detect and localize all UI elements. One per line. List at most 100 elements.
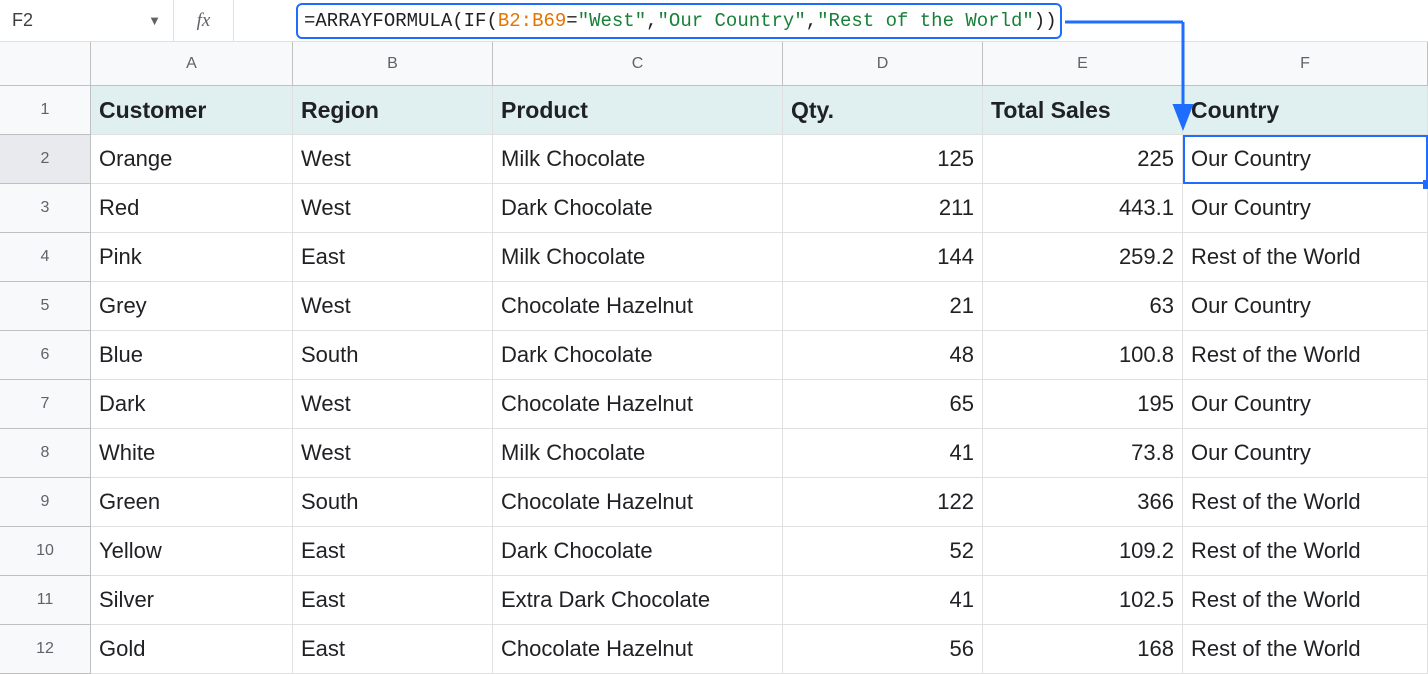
row-header-10[interactable]: 10 — [0, 527, 91, 576]
cell-product[interactable]: Chocolate Hazelnut — [493, 625, 783, 674]
autofill-handle[interactable] — [1423, 180, 1428, 189]
name-box-dropdown-icon[interactable]: ▼ — [148, 13, 161, 28]
cell-customer[interactable]: Gold — [91, 625, 293, 674]
cell-qty[interactable]: 211 — [783, 184, 983, 233]
row-header-3[interactable]: 3 — [0, 184, 91, 233]
row-header-11[interactable]: 11 — [0, 576, 91, 625]
col-header-F[interactable]: F — [1183, 42, 1428, 86]
cell-product[interactable]: Chocolate Hazelnut — [493, 282, 783, 331]
cell-total[interactable]: 102.5 — [983, 576, 1183, 625]
cell-customer[interactable]: Silver — [91, 576, 293, 625]
cell-product[interactable]: Chocolate Hazelnut — [493, 380, 783, 429]
cell-product[interactable]: Milk Chocolate — [493, 135, 783, 184]
cell-region[interactable]: South — [293, 478, 493, 527]
header-qty[interactable]: Qty. — [783, 86, 983, 135]
row-header-9[interactable]: 9 — [0, 478, 91, 527]
cell-country[interactable]: Our Country — [1183, 429, 1428, 478]
header-product[interactable]: Product — [493, 86, 783, 135]
cell-country[interactable]: Our Country — [1183, 135, 1428, 184]
row-headers: 1 2 3 4 5 6 7 8 9 10 11 12 — [0, 86, 91, 674]
cell-qty[interactable]: 52 — [783, 527, 983, 576]
cell-qty[interactable]: 122 — [783, 478, 983, 527]
col-header-E[interactable]: E — [983, 42, 1183, 86]
row-header-12[interactable]: 12 — [0, 625, 91, 674]
row-header-2[interactable]: 2 — [0, 135, 91, 184]
cell-qty[interactable]: 21 — [783, 282, 983, 331]
cell-qty[interactable]: 65 — [783, 380, 983, 429]
cell-country[interactable]: Our Country — [1183, 184, 1428, 233]
cell-region[interactable]: East — [293, 576, 493, 625]
row-header-5[interactable]: 5 — [0, 282, 91, 331]
cell-country[interactable]: Our Country — [1183, 282, 1428, 331]
col-header-B[interactable]: B — [293, 42, 493, 86]
cell-country[interactable]: Rest of the World — [1183, 527, 1428, 576]
cell-product[interactable]: Milk Chocolate — [493, 233, 783, 282]
cell-customer[interactable]: Orange — [91, 135, 293, 184]
header-customer[interactable]: Customer — [91, 86, 293, 135]
cell-region[interactable]: West — [293, 380, 493, 429]
col-header-C[interactable]: C — [493, 42, 783, 86]
cell-country[interactable]: Our Country — [1183, 380, 1428, 429]
header-total-sales[interactable]: Total Sales — [983, 86, 1183, 135]
cell-product[interactable]: Dark Chocolate — [493, 184, 783, 233]
cell-total[interactable]: 195 — [983, 380, 1183, 429]
cell-total[interactable]: 443.1 — [983, 184, 1183, 233]
cell-country[interactable]: Rest of the World — [1183, 233, 1428, 282]
cell-country[interactable]: Rest of the World — [1183, 576, 1428, 625]
header-country[interactable]: Country — [1183, 86, 1428, 135]
select-all-corner[interactable] — [0, 42, 91, 86]
cell-region[interactable]: East — [293, 527, 493, 576]
cell-qty[interactable]: 125 — [783, 135, 983, 184]
cell-product[interactable]: Dark Chocolate — [493, 527, 783, 576]
cell-customer[interactable]: Red — [91, 184, 293, 233]
cell-qty[interactable]: 48 — [783, 331, 983, 380]
cell-total[interactable]: 225 — [983, 135, 1183, 184]
table-row: Green South Chocolate Hazelnut 122 366 R… — [91, 478, 1428, 527]
cell-region[interactable]: South — [293, 331, 493, 380]
cell-region[interactable]: West — [293, 282, 493, 331]
cell-product[interactable]: Milk Chocolate — [493, 429, 783, 478]
cell-country[interactable]: Rest of the World — [1183, 625, 1428, 674]
formula-input[interactable]: =ARRAYFORMULA(IF(B2:B69="West","Our Coun… — [234, 0, 1428, 41]
row-header-6[interactable]: 6 — [0, 331, 91, 380]
cell-total[interactable]: 100.8 — [983, 331, 1183, 380]
cell-country[interactable]: Rest of the World — [1183, 331, 1428, 380]
row-header-8[interactable]: 8 — [0, 429, 91, 478]
row-header-1[interactable]: 1 — [0, 86, 91, 135]
cell-region[interactable]: East — [293, 233, 493, 282]
name-box[interactable]: F2 ▼ — [0, 0, 174, 41]
cell-total[interactable]: 63 — [983, 282, 1183, 331]
cell-customer[interactable]: Pink — [91, 233, 293, 282]
cell-qty[interactable]: 144 — [783, 233, 983, 282]
cell-region[interactable]: East — [293, 625, 493, 674]
row-header-4[interactable]: 4 — [0, 233, 91, 282]
row-header-7[interactable]: 7 — [0, 380, 91, 429]
cell-total[interactable]: 73.8 — [983, 429, 1183, 478]
cell-customer[interactable]: Blue — [91, 331, 293, 380]
name-box-value: F2 — [12, 10, 148, 31]
col-header-D[interactable]: D — [783, 42, 983, 86]
cell-qty[interactable]: 56 — [783, 625, 983, 674]
cell-customer[interactable]: Dark — [91, 380, 293, 429]
cell-qty[interactable]: 41 — [783, 429, 983, 478]
formula-bar: F2 ▼ fx =ARRAYFORMULA(IF(B2:B69="West","… — [0, 0, 1428, 42]
header-row: Customer Region Product Qty. Total Sales… — [91, 86, 1428, 135]
cell-qty[interactable]: 41 — [783, 576, 983, 625]
cell-product[interactable]: Dark Chocolate — [493, 331, 783, 380]
cell-total[interactable]: 366 — [983, 478, 1183, 527]
cell-country[interactable]: Rest of the World — [1183, 478, 1428, 527]
cell-customer[interactable]: Yellow — [91, 527, 293, 576]
cell-total[interactable]: 109.2 — [983, 527, 1183, 576]
cell-product[interactable]: Extra Dark Chocolate — [493, 576, 783, 625]
cell-region[interactable]: West — [293, 184, 493, 233]
header-region[interactable]: Region — [293, 86, 493, 135]
cell-customer[interactable]: White — [91, 429, 293, 478]
cell-total[interactable]: 259.2 — [983, 233, 1183, 282]
cell-region[interactable]: West — [293, 135, 493, 184]
cell-customer[interactable]: Green — [91, 478, 293, 527]
cell-total[interactable]: 168 — [983, 625, 1183, 674]
col-header-A[interactable]: A — [91, 42, 293, 86]
cell-product[interactable]: Chocolate Hazelnut — [493, 478, 783, 527]
cell-customer[interactable]: Grey — [91, 282, 293, 331]
cell-region[interactable]: West — [293, 429, 493, 478]
